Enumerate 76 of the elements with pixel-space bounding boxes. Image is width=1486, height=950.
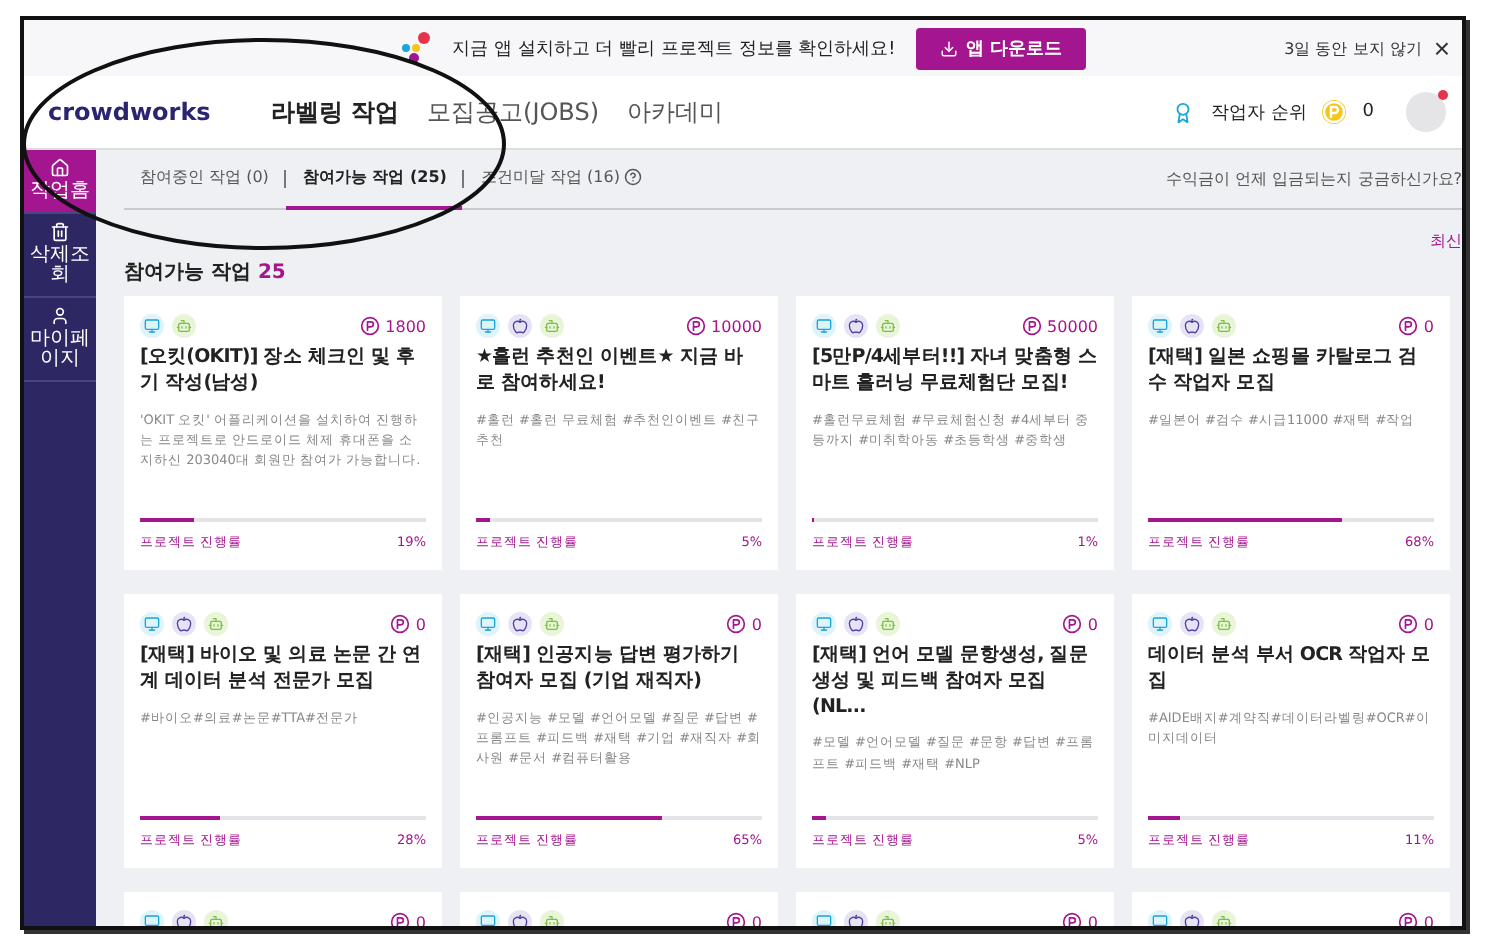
points-label: 0 — [751, 615, 762, 633]
point-icon — [685, 316, 706, 336]
points-label: 0 — [415, 615, 426, 633]
monitor-icon — [140, 314, 164, 338]
card-title: [재택] 바이오 및 의료 논문 간 연계 데이터 분석 전문가 모집 — [140, 644, 424, 696]
avatar[interactable] — [1406, 92, 1446, 132]
point-icon — [389, 614, 410, 634]
user-icon — [50, 305, 70, 325]
monitor-icon — [476, 612, 500, 636]
logo[interactable]: crowdworks — [48, 98, 211, 126]
android-icon — [1212, 314, 1236, 338]
point-icon — [1397, 614, 1418, 634]
nav-link[interactable]: 아카데미 — [627, 95, 724, 129]
sidebar-item[interactable]: 삭제조회 — [24, 213, 96, 297]
sidebar-item[interactable]: 마이페이지 — [24, 297, 96, 381]
card-title: ★홀런 추천인 이벤트★ 지금 바로 참여하세요! — [476, 346, 745, 398]
card-title: [오킷(OKIT)] 장소 체크인 및 후기 작성(남성) — [140, 346, 418, 398]
notification-dot — [1438, 90, 1448, 100]
monitor-icon — [1148, 612, 1172, 636]
monitor-icon — [476, 314, 500, 338]
coin-icon — [1322, 100, 1347, 124]
monitor-icon — [812, 612, 836, 636]
download-icon — [939, 39, 958, 57]
point-icon — [1021, 316, 1042, 336]
android-icon — [1212, 612, 1236, 636]
android-icon — [540, 314, 564, 338]
point-icon — [1397, 912, 1418, 926]
point-icon — [725, 614, 746, 634]
points-label: 1800 — [385, 317, 426, 335]
points-label: 10000 — [711, 317, 762, 335]
colorful-dots-icon — [400, 32, 433, 64]
dismiss-link[interactable]: 3일 동안 보지 않기 — [1284, 37, 1422, 59]
tab[interactable]: 참여중인 작업 (0) — [124, 150, 285, 209]
section-title: 참여가능 작업 25 — [124, 260, 288, 286]
faq-link[interactable]: 수익금이 언제 입금되는지 궁금하신가요? — [1166, 168, 1462, 190]
apple-icon — [172, 612, 196, 636]
ranking-link[interactable]: 작업자 순위 — [1210, 99, 1307, 125]
point-icon — [389, 912, 410, 926]
app-download-button[interactable]: 앱 다운로드 — [915, 27, 1086, 69]
point-icon — [1061, 912, 1082, 926]
android-icon — [540, 612, 564, 636]
monitor-icon — [812, 314, 836, 338]
apple-icon — [844, 612, 868, 636]
close-button[interactable]: × — [1433, 32, 1450, 64]
points-label: 0 — [1087, 615, 1098, 633]
android-icon — [876, 612, 900, 636]
monitor-icon — [140, 612, 164, 636]
point-icon — [725, 912, 746, 926]
points-label: 0 — [1423, 317, 1434, 335]
sort-option[interactable]: 최신 — [1430, 232, 1462, 250]
monitor-icon — [1148, 314, 1172, 338]
card-title: 데이터 분석 부서 OCR 작업자 모집 — [1148, 644, 1433, 696]
apple-icon — [508, 612, 532, 636]
apple-icon — [1180, 314, 1204, 338]
card-title: [재택] 일본 쇼핑몰 카탈로그 검수 작업자 모집 — [1148, 346, 1420, 398]
point-icon — [1061, 614, 1082, 634]
apple-icon — [508, 314, 532, 338]
card-title: [재택] 언어 모델 문항생성, 질문 생성 및 피드백 참여자 모집 (NL... — [812, 644, 1090, 721]
trash-icon — [50, 221, 70, 241]
apple-icon — [1180, 612, 1204, 636]
banner-message: 지금 앱 설치하고 더 빨리 프로젝트 정보를 확인하세요! — [452, 37, 896, 61]
medal-icon — [1172, 101, 1195, 123]
card-title: [재택] 인공지능 답변 평가하기 참여자 모집 (기업 재직자) — [476, 644, 742, 696]
android-icon — [204, 612, 228, 636]
apple-icon — [844, 314, 868, 338]
points-label: 50000 — [1047, 317, 1098, 335]
android-icon — [172, 314, 196, 338]
home-icon — [50, 158, 70, 178]
points-value: 0 — [1362, 102, 1374, 122]
android-icon — [876, 314, 900, 338]
point-icon — [1397, 316, 1418, 336]
nav-link[interactable]: 라벨링 작업 — [270, 95, 400, 129]
card-title: [5만P/4세부터!!] 자녀 맞춤형 스마트 홀러닝 무료체험단 모집! — [812, 346, 1098, 398]
tab[interactable]: 참여가능 작업 (25) — [286, 150, 463, 209]
point-icon — [359, 316, 380, 336]
points-label: 0 — [1423, 615, 1434, 633]
